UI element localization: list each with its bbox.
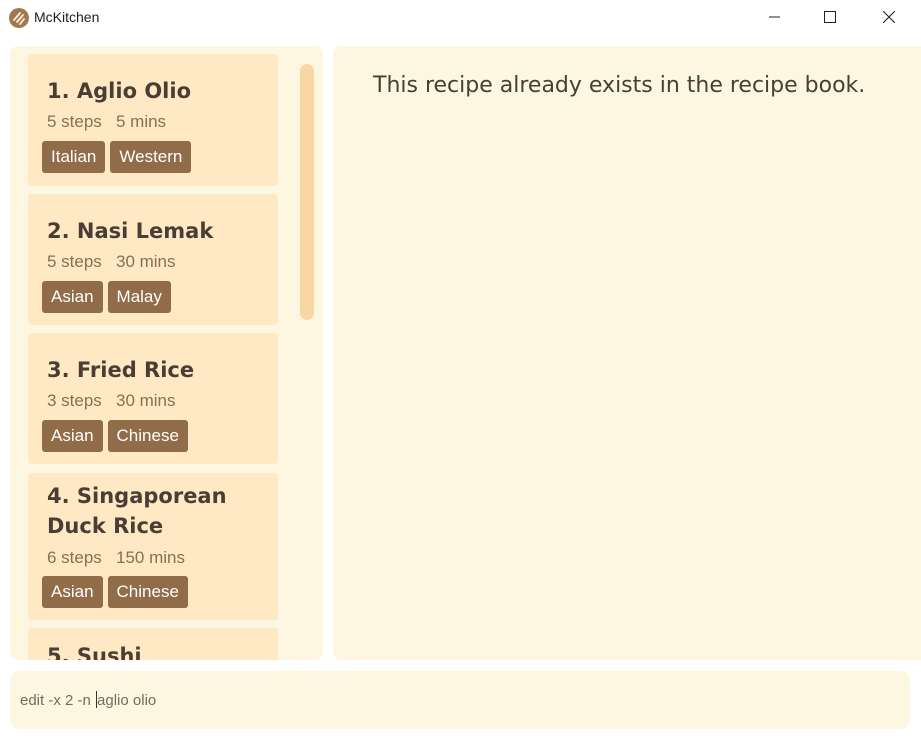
close-button[interactable] xyxy=(866,0,912,34)
recipe-meta: 5 steps 5 mins xyxy=(47,112,166,132)
recipe-title-line2: Duck Rice xyxy=(47,514,164,538)
recipe-tag: Italian xyxy=(42,141,106,173)
title-bar: McKitchen xyxy=(0,0,921,36)
recipe-tag: Malay xyxy=(107,281,171,313)
recipe-time: 30 mins xyxy=(115,391,176,410)
recipe-time: 5 mins xyxy=(115,112,167,131)
recipe-tag: Asian xyxy=(42,420,103,452)
recipe-card[interactable]: 5. Sushi xyxy=(28,628,278,660)
recipe-steps: 6 steps xyxy=(47,548,102,567)
recipe-tag: Asian xyxy=(42,281,103,313)
recipe-title: 1. Aglio Olio xyxy=(47,79,191,103)
recipe-title: 2. Nasi Lemak xyxy=(47,219,214,243)
recipe-tags: Asian Chinese xyxy=(42,576,188,608)
recipe-tag: Chinese xyxy=(107,420,188,452)
recipe-card[interactable]: 4. Singaporean Duck Rice 6 steps 150 min… xyxy=(28,473,278,620)
recipe-title: 5. Sushi xyxy=(47,644,142,660)
recipe-tags: Asian Malay xyxy=(42,281,171,313)
minimize-button[interactable] xyxy=(752,0,798,34)
recipe-tag: Western xyxy=(110,141,192,173)
recipe-card[interactable]: 3. Fried Rice 3 steps 30 mins Asian Chin… xyxy=(28,333,278,464)
recipe-time: 30 mins xyxy=(115,252,176,271)
window-title: McKitchen xyxy=(34,9,100,25)
recipe-tag: Asian xyxy=(42,576,103,608)
recipe-card[interactable]: 2. Nasi Lemak 5 steps 30 mins Asian Mala… xyxy=(28,194,278,325)
recipe-list-scrollbar[interactable] xyxy=(300,64,314,320)
recipe-card[interactable]: 1. Aglio Olio 5 steps 5 mins Italian Wes… xyxy=(28,54,278,186)
recipe-steps: 5 steps xyxy=(47,252,102,271)
recipe-tag: Chinese xyxy=(107,576,188,608)
recipe-tags: Italian Western xyxy=(42,141,192,173)
recipe-time: 150 mins xyxy=(115,548,185,567)
recipe-steps: 3 steps xyxy=(47,391,102,410)
command-text-before-caret: edit -x 2 -n xyxy=(20,692,96,709)
close-icon xyxy=(883,11,895,23)
command-text-after-caret: aglio olio xyxy=(97,692,157,709)
result-display-panel: This recipe already exists in the recipe… xyxy=(333,46,921,660)
command-input[interactable]: edit -x 2 -n aglio olio xyxy=(10,671,910,729)
recipe-steps: 5 steps xyxy=(47,112,102,131)
recipe-meta: 6 steps 150 mins xyxy=(47,548,185,568)
maximize-icon xyxy=(824,11,836,23)
result-message: This recipe already exists in the recipe… xyxy=(373,73,866,98)
maximize-button[interactable] xyxy=(807,0,853,34)
command-text[interactable]: edit -x 2 -n aglio olio xyxy=(20,691,156,709)
recipe-tags: Asian Chinese xyxy=(42,420,188,452)
recipe-title: 4. Singaporean xyxy=(47,484,227,508)
recipe-title: 3. Fried Rice xyxy=(47,358,195,382)
minimize-icon xyxy=(769,16,780,18)
mckitchen-logo-icon xyxy=(9,8,29,28)
recipe-list-panel[interactable]: 1. Aglio Olio 5 steps 5 mins Italian Wes… xyxy=(10,46,323,660)
recipe-meta: 3 steps 30 mins xyxy=(47,391,176,411)
recipe-meta: 5 steps 30 mins xyxy=(47,252,176,272)
